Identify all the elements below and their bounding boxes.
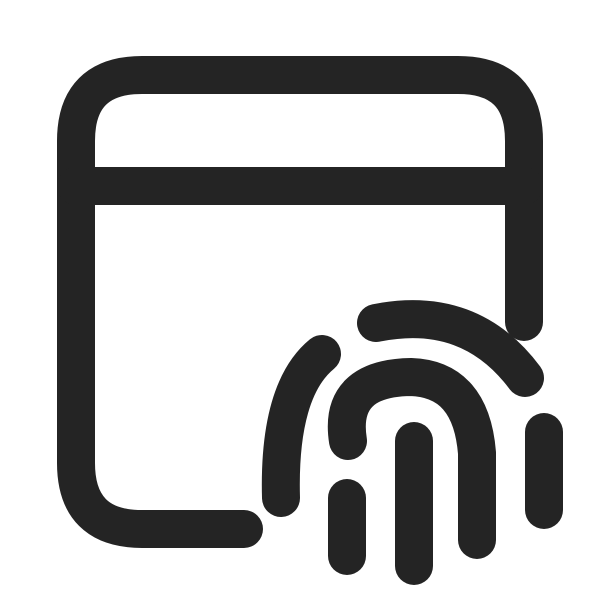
window-fingerprint-icon bbox=[57, 56, 563, 585]
fingerprint-left-arc bbox=[261, 335, 341, 517]
icon-canvas bbox=[0, 0, 600, 600]
